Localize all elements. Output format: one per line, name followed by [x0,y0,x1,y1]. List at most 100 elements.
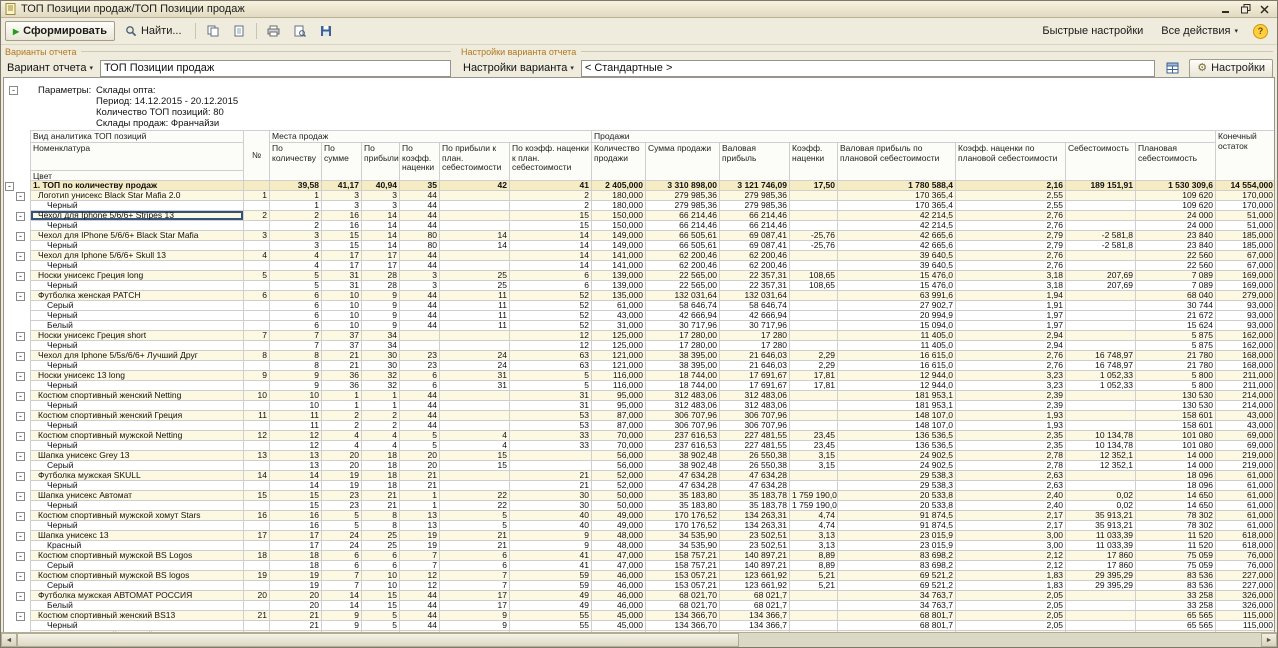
value-cell[interactable]: 70,000 [592,441,646,451]
value-cell[interactable]: 22 357,31 [720,271,790,281]
value-cell[interactable]: 41 [510,551,592,561]
value-cell[interactable]: 23 840 [1136,231,1216,241]
value-cell[interactable]: 15 [510,221,592,231]
value-cell[interactable]: 121,000 [592,361,646,371]
column-header[interactable]: Плановая себестоимость [1136,143,1216,181]
value-cell[interactable]: 22 [440,491,510,501]
value-cell[interactable]: 20 533,8 [838,501,956,511]
value-cell[interactable]: 15 [440,451,510,461]
value-cell[interactable]: 23 [400,351,440,361]
value-cell[interactable]: 180,000 [592,201,646,211]
value-cell[interactable]: 9 [362,291,400,301]
value-cell[interactable]: 4 [362,431,400,441]
value-cell[interactable]: 2,35 [956,431,1066,441]
value-cell[interactable]: 214,000 [1216,401,1275,411]
value-cell[interactable]: 36 [322,371,362,381]
value-cell[interactable]: 13 [270,461,322,471]
value-cell[interactable]: 75 059 [1136,551,1216,561]
value-cell[interactable]: 4,74 [790,511,838,521]
column-header[interactable]: Валовая прибыль по плановой себестоимост… [838,143,956,181]
value-cell[interactable]: 14 [440,231,510,241]
value-cell[interactable]: 18 [362,461,400,471]
value-cell[interactable]: 9 [510,541,592,551]
name-cell[interactable]: Носки унисекс 13 long [30,371,244,381]
value-cell[interactable]: 8 [362,511,400,521]
num-cell[interactable] [244,621,270,631]
table-row[interactable]: Красный1724251921948,00034 535,9023 502,… [4,541,1275,551]
value-cell[interactable]: 1,93 [956,421,1066,431]
value-cell[interactable]: 40,94 [362,181,400,191]
value-cell[interactable]: 312 483,06 [720,391,790,401]
scroll-left-arrow[interactable]: ◄ [1,633,17,647]
value-cell[interactable]: 18 [362,451,400,461]
value-cell[interactable]: 34 535,90 [646,541,720,551]
value-cell[interactable]: 21 780 [1136,351,1216,361]
name-cell[interactable]: Чехол для Iphone 5/6/6+ Skull 13 [30,251,244,261]
value-cell[interactable]: 46,000 [592,601,646,611]
table-row[interactable]: Белый20141544174946,00068 021,7068 021,7… [4,601,1275,611]
table-row[interactable]: -Костюм спортивный мужской BS Logos18186… [4,551,1275,561]
value-cell[interactable]: 45,000 [592,621,646,631]
value-cell[interactable]: 17 280 [720,331,790,341]
value-cell[interactable] [440,211,510,221]
num-cell[interactable] [244,461,270,471]
name-cell[interactable]: Чехол для Iphone 5/5s/6/6+ Лучший Друг [30,351,244,361]
value-cell[interactable]: 9 [270,371,322,381]
value-cell[interactable]: 12 [270,431,322,441]
name-cell[interactable]: Черный [30,241,244,251]
num-cell[interactable] [244,321,270,331]
value-cell[interactable]: 130 530 [1136,401,1216,411]
value-cell[interactable]: 162,000 [1216,331,1275,341]
value-cell[interactable]: 108,65 [790,271,838,281]
value-cell[interactable]: 5 [440,521,510,531]
value-cell[interactable]: 227,000 [1216,581,1275,591]
value-cell[interactable]: 618,000 [1216,531,1275,541]
value-cell[interactable]: 3,18 [956,271,1066,281]
value-cell[interactable]: 6 [400,371,440,381]
value-cell[interactable]: 39,58 [270,181,322,191]
value-cell[interactable]: 28 [362,271,400,281]
value-cell[interactable]: 211,000 [1216,381,1275,391]
name-cell[interactable]: Чехол для Iphone 5/6/6+ Stripes 13 [30,211,244,221]
value-cell[interactable]: 19 [322,471,362,481]
value-cell[interactable]: 1 [322,401,362,411]
value-cell[interactable] [1066,301,1136,311]
value-cell[interactable]: 12 [400,581,440,591]
num-cell[interactable] [244,201,270,211]
value-cell[interactable]: 10 [362,581,400,591]
value-cell[interactable] [1066,201,1136,211]
value-cell[interactable]: 1,93 [956,411,1066,421]
value-cell[interactable] [1066,611,1136,621]
value-cell[interactable]: 148 107,0 [838,411,956,421]
value-cell[interactable]: 141,000 [592,261,646,271]
value-cell[interactable]: 18 096 [1136,481,1216,491]
value-cell[interactable]: 1 [362,391,400,401]
value-cell[interactable]: 237 616,53 [646,441,720,451]
column-header[interactable]: Конечный остаток [1216,131,1275,181]
value-cell[interactable]: 42 665,6 [838,241,956,251]
value-cell[interactable]: 21 [440,531,510,541]
value-cell[interactable]: 1 780 588,4 [838,181,956,191]
name-cell[interactable]: Черный [30,501,244,511]
value-cell[interactable]: 17,81 [790,381,838,391]
value-cell[interactable]: 22 565,00 [646,281,720,291]
value-cell[interactable]: 58 646,74 [646,301,720,311]
num-cell[interactable] [244,381,270,391]
find-button[interactable]: Найти... [117,21,190,41]
value-cell[interactable]: 49,000 [592,521,646,531]
value-cell[interactable]: 170 176,52 [646,521,720,531]
table-row[interactable]: -Шапка унисекс Grey 1313132018201556,000… [4,451,1275,461]
value-cell[interactable]: 42 214,5 [838,221,956,231]
column-header[interactable]: По прибыли к план. себестоимости [440,143,510,181]
value-cell[interactable]: 207,69 [1066,271,1136,281]
value-cell[interactable]: 17 691,67 [720,381,790,391]
collapse-toggle[interactable]: - [16,612,25,621]
value-cell[interactable]: 12 352,1 [1066,461,1136,471]
value-cell[interactable]: 69 521,2 [838,571,956,581]
value-cell[interactable]: 53 [510,421,592,431]
collapse-toggle[interactable]: - [16,532,25,541]
value-cell[interactable]: 15 [510,211,592,221]
value-cell[interactable]: 70,000 [592,431,646,441]
value-cell[interactable]: 2,76 [956,261,1066,271]
value-cell[interactable]: 21 [322,361,362,371]
